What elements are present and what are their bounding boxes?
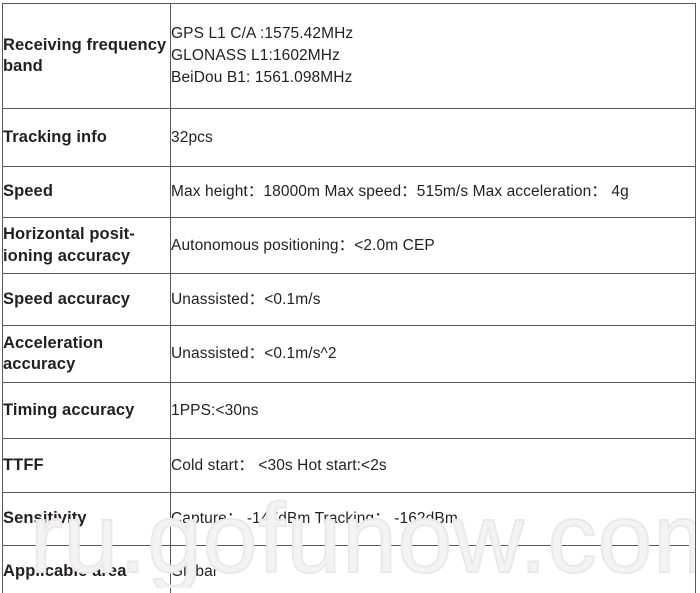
spec-label-acceleration-accuracy: Acceleration accuracy [2, 325, 171, 383]
spec-value-speed-accuracy: Unassisted：<0.1m/s [170, 273, 696, 326]
spec-label-speed-accuracy: Speed accuracy [2, 273, 171, 326]
spec-value-ttff: Cold start： <30s Hot start:<2s [170, 438, 696, 493]
spec-label-sensitivity: Sensitivity [2, 492, 171, 546]
table-row: Receiving frequency band GPS L1 C/A :157… [2, 3, 696, 109]
spec-value-receiving-frequency-band: GPS L1 C/A :1575.42MHz GLONASS L1:1602MH… [170, 3, 696, 109]
table-row: TTFF Cold start： <30s Hot start:<2s [2, 438, 696, 493]
spec-label-horizontal-positioning-accuracy: Horizontal posit- ioning accuracy [2, 217, 171, 274]
spec-label-tracking-info: Tracking info [2, 108, 171, 167]
table-row: Sensitivity Capture： -147dBm Tracking： -… [2, 492, 696, 546]
spec-label-speed: Speed [2, 166, 171, 218]
spec-value-applicable-area: Global [170, 545, 696, 593]
spec-value-tracking-info: 32pcs [170, 108, 696, 167]
table-row: Speed accuracy Unassisted：<0.1m/s [2, 273, 696, 326]
spec-value-sensitivity: Capture： -147dBm Tracking： -162dBm [170, 492, 696, 546]
table-row: Timing accuracy 1PPS:<30ns [2, 382, 696, 439]
specification-table: Receiving frequency band GPS L1 C/A :157… [2, 3, 696, 593]
table-row: Tracking info 32pcs [2, 108, 696, 167]
spec-label-timing-accuracy: Timing accuracy [2, 382, 171, 439]
table-row: Applicable area Global [2, 545, 696, 593]
spec-value-horizontal-positioning-accuracy: Autonomous positioning：<2.0m CEP [170, 217, 696, 274]
spec-value-timing-accuracy: 1PPS:<30ns [170, 382, 696, 439]
table-row: Speed Max height：18000m Max speed：515m/s… [2, 166, 696, 218]
spec-sheet: Receiving frequency band GPS L1 C/A :157… [0, 0, 700, 593]
table-body: Receiving frequency band GPS L1 C/A :157… [2, 3, 696, 593]
table-row: Horizontal posit- ioning accuracy Autono… [2, 217, 696, 274]
spec-label-ttff: TTFF [2, 438, 171, 493]
spec-label-receiving-frequency-band: Receiving frequency band [2, 3, 171, 109]
spec-value-acceleration-accuracy: Unassisted：<0.1m/s^2 [170, 325, 696, 383]
spec-label-applicable-area: Applicable area [2, 545, 171, 593]
table-row: Acceleration accuracy Unassisted：<0.1m/s… [2, 325, 696, 383]
spec-value-speed: Max height：18000m Max speed：515m/s Max a… [170, 166, 696, 218]
